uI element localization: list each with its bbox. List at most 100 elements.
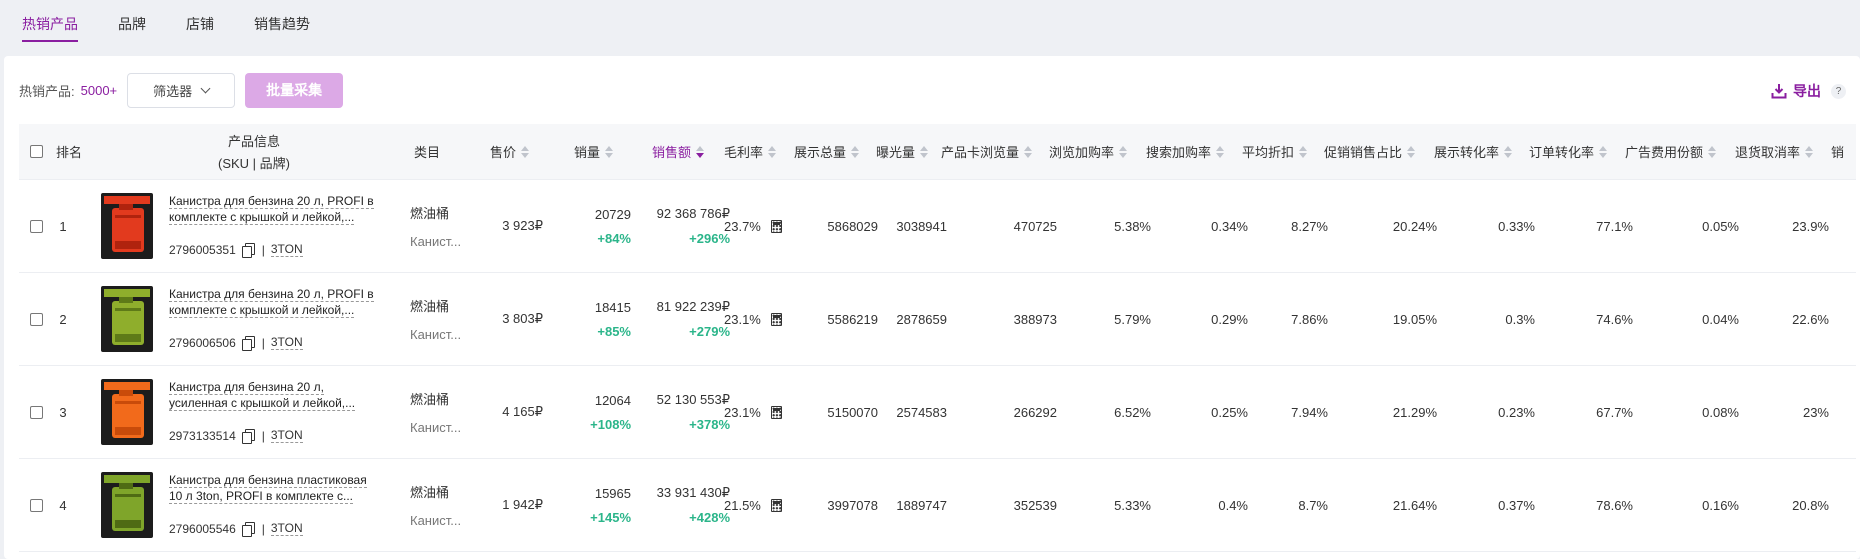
col-impressions[interactable]: 展示总量 [794, 124, 860, 179]
sort-icon[interactable] [851, 145, 860, 158]
sku: 2796005546 [169, 521, 236, 536]
col-return-rate[interactable]: 退货取消率 [1735, 124, 1814, 179]
product-thumbnail[interactable] [101, 472, 153, 538]
product-name[interactable]: Канистра для бензина 20 л, PROFI в компл… [169, 193, 379, 225]
price: 4 165₽ [502, 404, 543, 419]
margin: 23.1% [724, 404, 761, 420]
search-to-cart-rate: 0.4% [1218, 497, 1248, 513]
col-revenue[interactable]: 销售额 [652, 124, 705, 179]
brand-link[interactable]: 3TON [270, 335, 303, 350]
col-sales[interactable]: 销量 [574, 124, 614, 179]
ad-share: 0.16% [1702, 497, 1739, 513]
hot-products-count: 5000+ [80, 82, 118, 98]
filter-dropdown[interactable]: 筛选器 [127, 72, 236, 108]
brand-link[interactable]: 3TON [270, 428, 303, 443]
col-promo-share[interactable]: 促销销售占比 [1324, 124, 1416, 179]
promo-share: 21.29% [1392, 404, 1437, 420]
sort-icon[interactable] [1216, 145, 1225, 158]
col-ad-share[interactable]: 广告费用份额 [1625, 124, 1717, 179]
tab-stores[interactable]: 店铺 [186, 14, 214, 48]
sort-icon[interactable] [768, 145, 777, 158]
category: 燃油桶 [410, 485, 450, 500]
show-conversion: 0.3% [1505, 311, 1535, 327]
calculator-icon[interactable] [770, 498, 782, 512]
copy-icon[interactable] [241, 521, 256, 537]
sort-icon[interactable] [1407, 145, 1416, 158]
table-row[interactable]: 4 Канистра для бензина пластиковая 10 л … [19, 459, 1856, 552]
sales-cell: 20729 +84% [559, 180, 631, 272]
product-name[interactable]: Канистра для бензина 20 л, усиленная с к… [169, 379, 379, 411]
col-exposure[interactable]: 曝光量 [876, 124, 929, 179]
product-name-text[interactable]: Канистра для бензина 20 л, PROFI в компл… [169, 194, 374, 225]
sort-icon[interactable] [1119, 145, 1128, 158]
sort-icon[interactable] [1599, 145, 1608, 158]
revenue-cell: 52 130 553₽ +378% [631, 366, 730, 458]
brand-link[interactable]: 3TON [270, 521, 303, 536]
sort-icon[interactable] [1708, 145, 1717, 158]
margin-cell: 23.1% [724, 273, 782, 365]
export-button[interactable]: 导出 ? [1771, 81, 1846, 101]
row-checkbox[interactable] [30, 219, 43, 233]
rank: 1 [59, 218, 67, 234]
col-margin[interactable]: 毛利率 [724, 124, 777, 179]
search-to-cart-rate: 0.25% [1211, 404, 1248, 420]
row-checkbox[interactable] [30, 312, 43, 326]
table-row[interactable]: 2 Канистра для бензина 20 л, PROFI в ком… [19, 273, 1856, 366]
copy-icon[interactable] [241, 335, 256, 351]
tab-hot-products[interactable]: 热销产品 [22, 14, 78, 48]
view-to-cart-rate: 5.33% [1114, 497, 1151, 513]
row-checkbox[interactable] [30, 498, 43, 512]
avg-discount: 7.94% [1291, 404, 1328, 420]
product-name[interactable]: Канистра для бензина пластиковая 10 л 3t… [169, 472, 379, 504]
col-card-views[interactable]: 产品卡浏览量 [941, 124, 1033, 179]
sort-icon[interactable] [1299, 145, 1308, 158]
col-rank: 排名 [56, 145, 83, 160]
col-margin-label: 毛利率 [724, 145, 764, 160]
table-row[interactable]: 1 Канистра для бензина 20 л, PROFI в ком… [19, 180, 1856, 273]
copy-icon[interactable] [241, 428, 256, 444]
sort-icon[interactable] [1805, 145, 1814, 158]
col-view-to-cart[interactable]: 浏览加购率 [1049, 124, 1128, 179]
impressions: 5150070 [827, 404, 878, 420]
row-checkbox[interactable] [30, 405, 43, 419]
calculator-icon[interactable] [770, 312, 782, 326]
tab-sales-trend[interactable]: 销售趋势 [254, 14, 310, 48]
subcategory: Канист... [410, 327, 462, 342]
calculator-icon[interactable] [770, 405, 782, 419]
product-thumbnail[interactable] [101, 193, 153, 259]
sales: 15965 [594, 485, 631, 501]
copy-icon[interactable] [241, 242, 256, 258]
sort-icon[interactable] [920, 145, 929, 158]
help-icon[interactable]: ? [1831, 83, 1846, 99]
promo-share: 20.24% [1392, 218, 1437, 234]
sort-icon[interactable] [1024, 145, 1033, 158]
row-select-cell [30, 366, 43, 458]
sort-desc-active-icon[interactable] [696, 145, 705, 158]
sort-icon[interactable] [1504, 145, 1513, 158]
col-avg-discount[interactable]: 平均折扣 [1242, 124, 1308, 179]
product-name[interactable]: Канистра для бензина 20 л, PROFI в компл… [169, 286, 379, 318]
sort-icon[interactable] [521, 145, 530, 158]
view-to-cart-rate: 6.52% [1114, 404, 1151, 420]
select-all-checkbox[interactable] [30, 145, 43, 158]
sales: 20729 [594, 206, 631, 222]
product-thumbnail[interactable] [101, 379, 153, 445]
tab-brands[interactable]: 品牌 [118, 14, 146, 48]
product-name-text[interactable]: Канистра для бензина 20 л, усиленная с к… [169, 380, 356, 411]
table-row[interactable]: 3 Канистра для бензина 20 л, усиленная с… [19, 366, 1856, 459]
col-order-conv[interactable]: 订单转化率 [1529, 124, 1608, 179]
product-name-text[interactable]: Канистра для бензина 20 л, PROFI в компл… [169, 287, 374, 318]
col-product-info: 产品信息 (SKU | 品牌) [179, 124, 329, 179]
col-price[interactable]: 售价 [490, 124, 530, 179]
product-thumbnail[interactable] [101, 286, 153, 352]
col-product-info-label: 产品信息 [227, 134, 280, 149]
brand-link[interactable]: 3TON [270, 242, 303, 257]
col-product-info-sub: (SKU | 品牌) [218, 156, 290, 171]
col-search-to-cart[interactable]: 搜索加购率 [1146, 124, 1225, 179]
calculator-icon[interactable] [770, 219, 782, 233]
col-promo-share-label: 促销销售占比 [1324, 145, 1403, 160]
col-show-conv[interactable]: 展示转化率 [1434, 124, 1513, 179]
sort-icon[interactable] [605, 145, 614, 158]
batch-collect-button[interactable]: 批量采集 [245, 72, 344, 108]
product-name-text[interactable]: Канистра для бензина пластиковая 10 л 3t… [169, 473, 367, 504]
